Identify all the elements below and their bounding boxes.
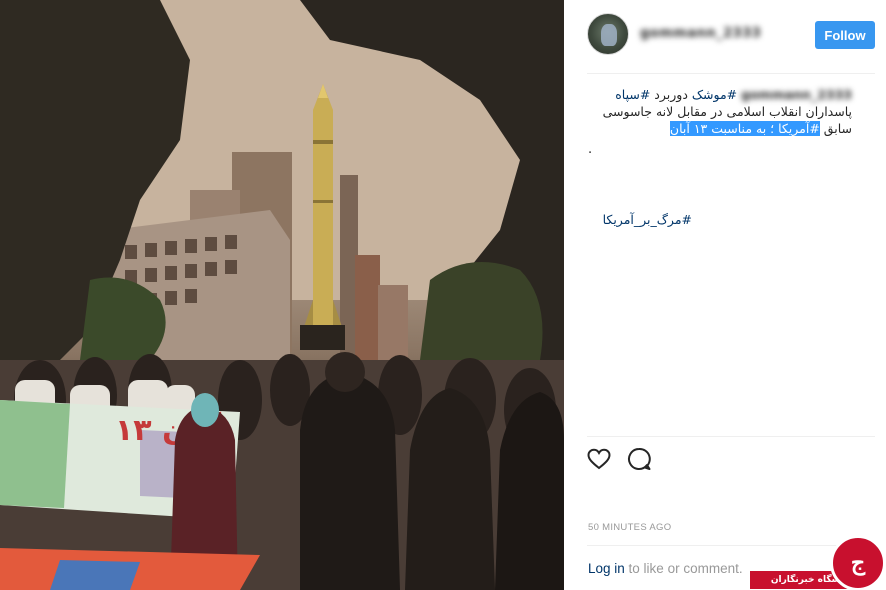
post-caption: gommann_2333 #موشک دوربرد #سپاه پاسداران… [587,86,852,137]
action-bar [586,446,652,472]
caption-text: دوربرد [650,87,692,102]
selected-text: #آمریکا ؛ به مناسبت ۱۳ آبان [669,121,820,136]
post-header: gommann_2333 Follow [564,0,886,70]
avatar[interactable] [587,13,629,55]
hashtag-missile[interactable]: #موشک [692,87,737,102]
divider [587,73,875,74]
hashtag-sepah[interactable]: #سپاه [615,87,650,102]
login-prompt-text: to like or comment. [624,561,743,576]
hashtag-link[interactable]: #مرگ_بر_آمریکا [603,212,692,227]
caption-username[interactable]: gommann_2333 [741,87,852,102]
watermark-logo: ج [830,535,886,590]
post-sidebar: gommann_2333 Follow gommann_2333 #موشک د… [564,0,886,590]
username-link[interactable]: gommann_2333 [640,26,761,41]
login-prompt: Log in to like or comment. [588,561,743,576]
caption-text: ؛ به مناسبت ۱۳ آبان [669,121,779,136]
comment-icon[interactable] [626,446,652,472]
divider [587,436,875,437]
caption-dot: . [588,142,593,157]
heart-icon[interactable] [586,446,612,472]
post-photo[interactable]: ۱۳ آبان [0,0,564,590]
hashtag-america[interactable]: #آمریکا [778,121,820,136]
street-scene-image: ۱۳ آبان [0,0,564,590]
watermark: باشگاه خبرنگاران ج [748,533,886,590]
post-timestamp: 50 MINUTES AGO [588,522,672,533]
follow-button[interactable]: Follow [815,21,875,49]
login-link[interactable]: Log in [588,561,625,576]
hashtag-death-to-america[interactable]: #مرگ_بر_آمریکا [587,212,692,227]
